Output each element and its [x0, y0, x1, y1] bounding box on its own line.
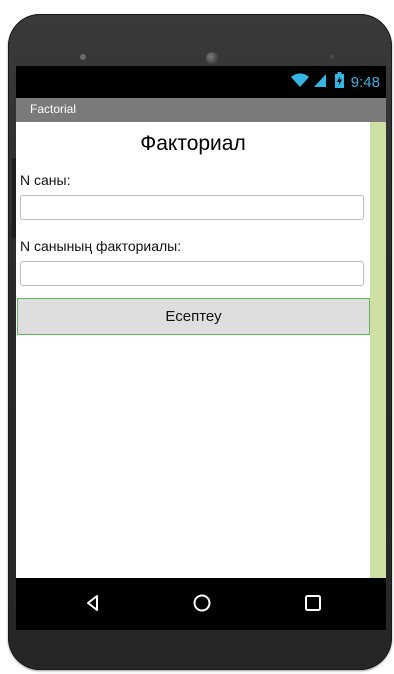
phone-screen: 9:48 Factorial Факториал N саны: N санын…: [16, 66, 386, 630]
status-icons: 9:48: [290, 71, 380, 93]
n-input[interactable]: [20, 195, 364, 220]
calculate-button[interactable]: Есептеу: [17, 298, 370, 335]
status-bar: 9:48: [16, 66, 386, 98]
battery-charging-icon: [334, 71, 344, 93]
app-title-bar-text: Factorial: [30, 102, 77, 116]
proximity-sensor: [330, 55, 334, 59]
page-title: Факториал: [140, 132, 246, 155]
navigation-bar: [16, 578, 386, 630]
app-title-bar: Factorial: [16, 98, 386, 122]
result-input[interactable]: [20, 261, 364, 286]
home-circle-icon[interactable]: [191, 592, 213, 614]
recents-square-icon[interactable]: [302, 592, 324, 614]
back-triangle-icon[interactable]: [82, 592, 104, 614]
n-label: N саны:: [20, 172, 71, 188]
status-time: 9:48: [350, 73, 380, 91]
wifi-icon: [290, 72, 310, 93]
signal-icon: [313, 72, 327, 93]
front-camera: [206, 52, 218, 64]
side-accent-bar: [370, 122, 386, 578]
app-content: Факториал N саны: N санының факториалы: …: [16, 122, 386, 578]
result-label: N санының факториалы:: [20, 238, 182, 254]
sensor-dot: [80, 54, 86, 60]
